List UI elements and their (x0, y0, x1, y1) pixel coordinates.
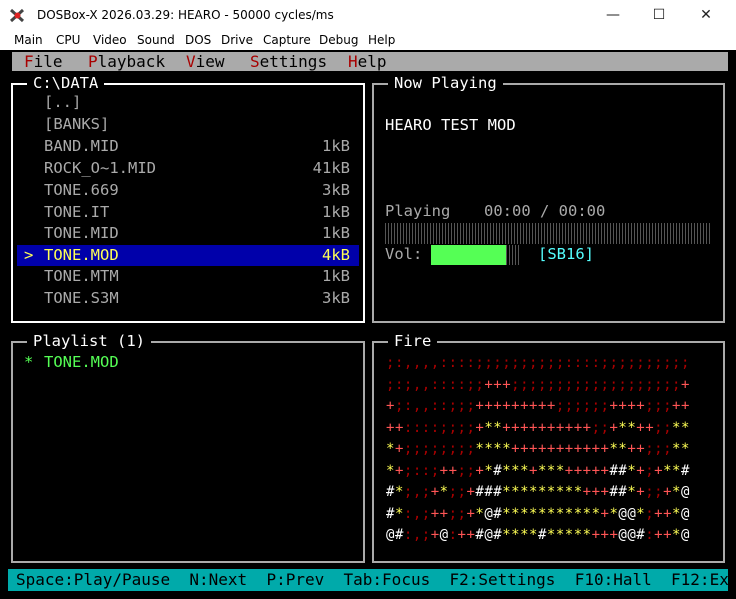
fire-row: ++::::;;;;+**++++++++++;;+**++;;** (386, 419, 690, 436)
file-item-size-selected: 4kB (322, 246, 350, 264)
playlist-panel[interactable]: Playlist (1) (11, 331, 365, 563)
fire-row: +;:,,::;;;+++++++++;;;;;;++++;;;++ (386, 398, 690, 414)
playlist-item[interactable]: TONE.MOD (44, 352, 119, 373)
file-item-size: 3kB (322, 181, 350, 199)
file-item-name[interactable]: TONE.IT (44, 202, 109, 223)
file-item-name[interactable]: [..] (44, 92, 81, 113)
close-icon[interactable]: ✕ (683, 0, 729, 31)
audio-device-badge: [SB16] (538, 245, 594, 263)
maximize-icon[interactable]: ☐ (636, 0, 682, 31)
file-item-name[interactable]: TONE.669 (44, 180, 119, 201)
fire-row: ;:,,,,::::;;;;;;;;;;::::;;;;;;;;;; (386, 355, 690, 371)
volume-label: Vol: (385, 245, 423, 263)
fire-row: #*:,;++;;+*@#***********+*@@*;++*@ (386, 505, 690, 522)
host-menu-dos[interactable]: DOS (185, 33, 211, 47)
status-bar: Space:Play/Pause N:Next P:Prev Tab:Focus… (8, 569, 736, 591)
dosbox-app-icon[interactable] (10, 8, 25, 23)
playback-time: 00:00 / 00:00 (484, 202, 606, 220)
volume-track[interactable] (431, 245, 519, 265)
volume-fill (431, 245, 506, 265)
playlist-title: Playlist (1) (27, 331, 151, 352)
minimize-icon[interactable]: — (590, 0, 636, 31)
keyboard-shortcuts-hint: Space:Play/Pause N:Next P:Prev Tab:Focus… (16, 570, 736, 589)
host-menu-drive[interactable]: Drive (221, 33, 253, 47)
playlist-marker-icon: * (24, 353, 34, 371)
host-menu-cpu[interactable]: CPU (56, 33, 80, 47)
progress-bar[interactable] (385, 223, 710, 244)
file-item-size: 1kB (322, 267, 350, 285)
window-titlebar: DOSBox-X 2026.03.29: HEARO - 50000 cycle… (0, 0, 736, 31)
fire-row: *+;;;;;;;;****+++++++++++**++;;;** (386, 441, 690, 457)
host-menu-debug[interactable]: Debug (319, 33, 358, 47)
host-menu-sound[interactable]: Sound (137, 33, 175, 47)
menu-view[interactable]: View (186, 52, 225, 71)
file-browser-title: C:\DATA (27, 73, 105, 94)
file-item-size: 1kB (322, 137, 350, 155)
fire-row: ;:;,,::::;;+++;;;;;;;;;;;;;;;;;;;+ (386, 376, 690, 393)
window-title: DOSBox-X 2026.03.29: HEARO - 50000 cycle… (37, 8, 334, 22)
file-item-name[interactable]: ROCK_O~1.MID (44, 158, 156, 179)
host-menu-video[interactable]: Video (93, 33, 127, 47)
file-item-size: 1kB (322, 203, 350, 221)
host-menubar: Main CPU Video Sound DOS Drive Capture D… (0, 31, 736, 50)
file-item-size: 1kB (322, 224, 350, 242)
fire-row: @#:,;+@:++#@#****#*****+++@@#:++*@ (386, 527, 690, 543)
menu-playback[interactable]: Playback (88, 52, 165, 71)
fire-row: *+;::;++;;+*#***+***+++++##*+;+**# (386, 462, 690, 479)
app-menubar: File Playback View Settings Help (12, 52, 728, 71)
file-item-size: 41kB (312, 159, 350, 177)
file-item-name[interactable]: TONE.MTM (44, 266, 119, 287)
menu-help[interactable]: Help (348, 52, 387, 71)
host-menu-help[interactable]: Help (368, 33, 395, 47)
file-item-name-selected[interactable]: TONE.MOD (44, 245, 119, 266)
selection-cursor-icon: > (24, 246, 34, 264)
now-playing-title: Now Playing (388, 73, 503, 94)
menu-settings[interactable]: Settings (250, 52, 327, 71)
playback-status: Playing (385, 202, 451, 220)
fire-row: #*;,;+*;;+###*********+++##*+;;+*@ (386, 484, 690, 500)
host-menu-main[interactable]: Main (14, 33, 43, 47)
file-item-name[interactable]: TONE.S3M (44, 288, 119, 309)
track-title: HEARO TEST MOD (385, 116, 516, 134)
host-menu-capture[interactable]: Capture (263, 33, 311, 47)
file-item-size: 3kB (322, 289, 350, 307)
file-item-name[interactable]: [BANKS] (44, 114, 109, 135)
fire-title: Fire (388, 331, 438, 352)
menu-file[interactable]: File (24, 52, 63, 71)
file-item-name[interactable]: BAND.MID (44, 136, 119, 157)
file-item-name[interactable]: TONE.MID (44, 223, 119, 244)
